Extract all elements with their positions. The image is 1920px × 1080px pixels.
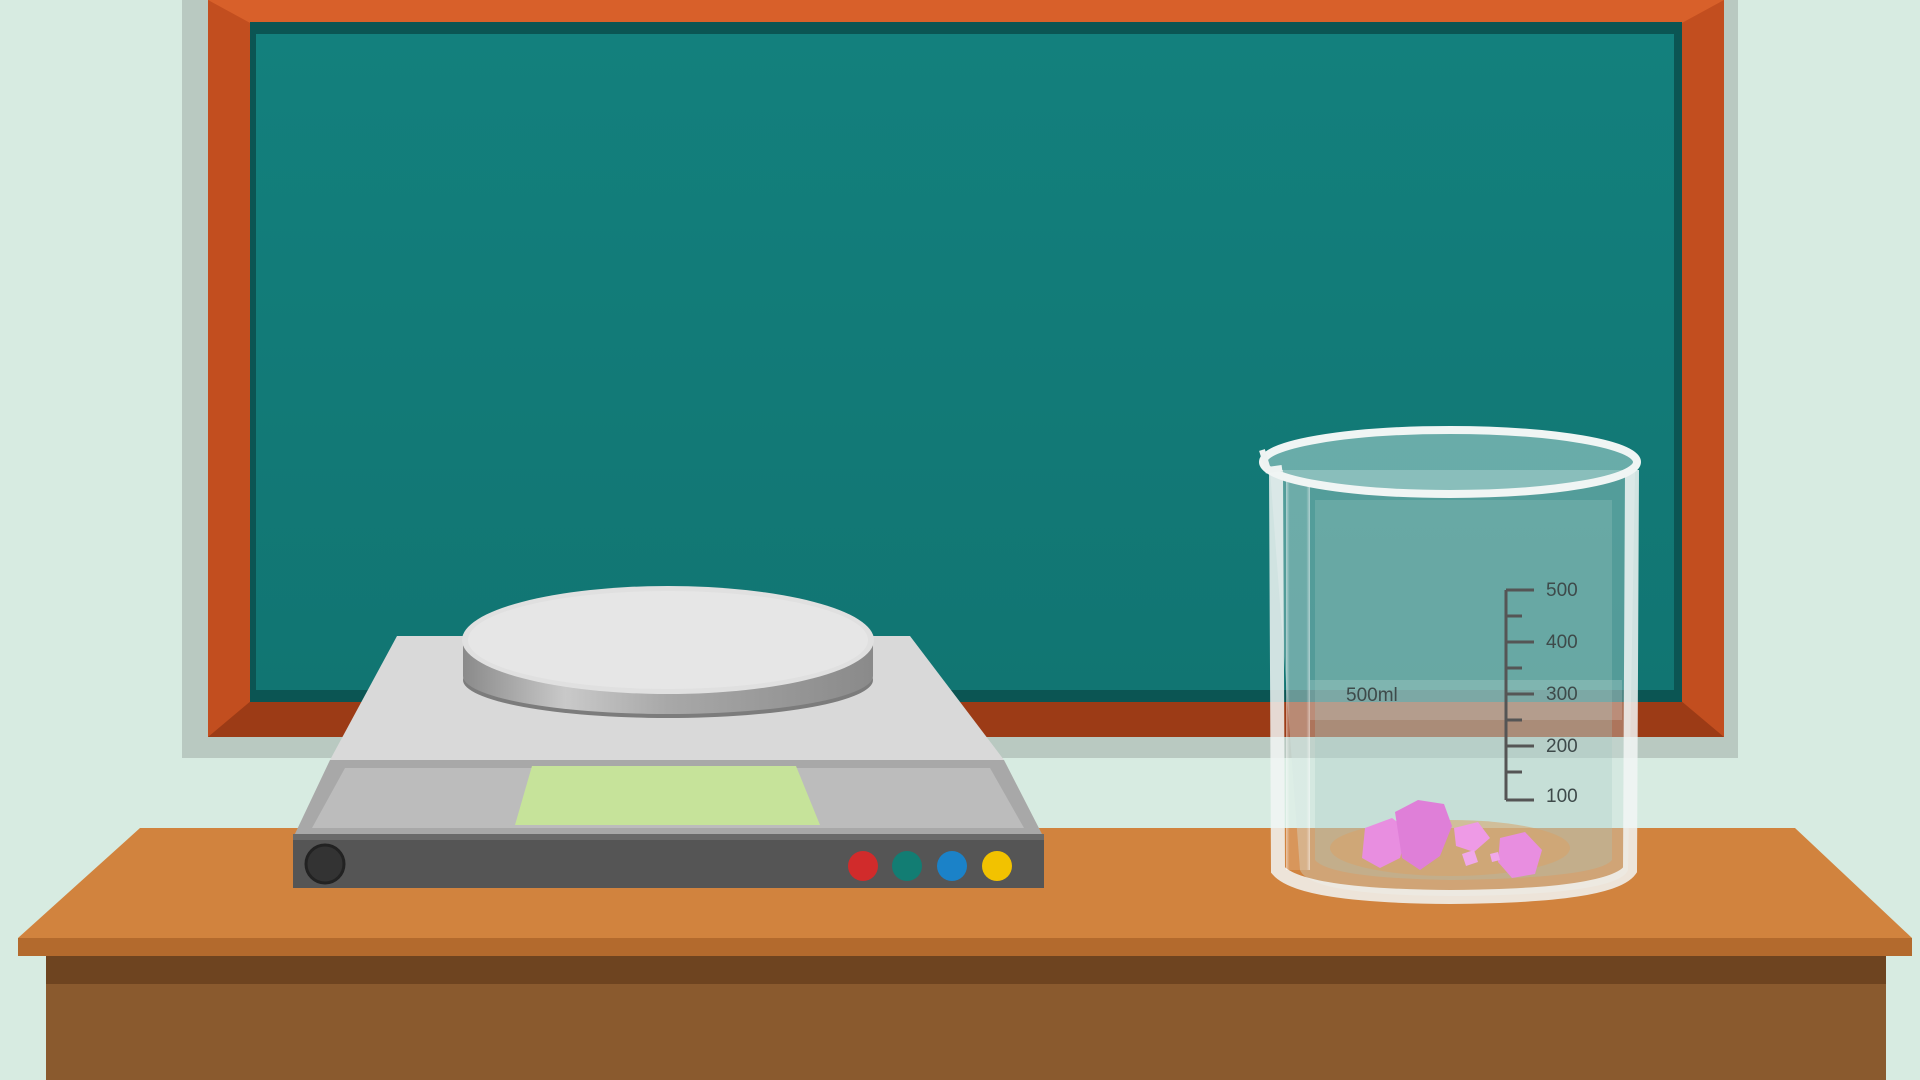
graduation-label-100: 100 — [1546, 786, 1578, 807]
scale-button-red[interactable] — [848, 851, 878, 881]
weighing-pan — [462, 586, 874, 718]
glass-beaker: 500 400 300 200 100 500ml — [1259, 426, 1641, 905]
lab-scene: 500 400 300 200 100 500ml — [0, 0, 1920, 1080]
scale-button-yellow[interactable] — [982, 851, 1012, 881]
graduation-label-400: 400 — [1546, 632, 1578, 653]
power-button-icon[interactable] — [304, 843, 346, 885]
beaker-rim — [1259, 426, 1641, 498]
graduation-label-500: 500 — [1546, 580, 1578, 601]
scale-display — [515, 766, 820, 825]
scale-button-teal[interactable] — [892, 851, 922, 881]
graduation-label-300: 300 — [1546, 684, 1578, 705]
beaker-capacity-label: 500ml — [1346, 685, 1398, 706]
scale-button-blue[interactable] — [937, 851, 967, 881]
graduation-label-200: 200 — [1546, 736, 1578, 757]
